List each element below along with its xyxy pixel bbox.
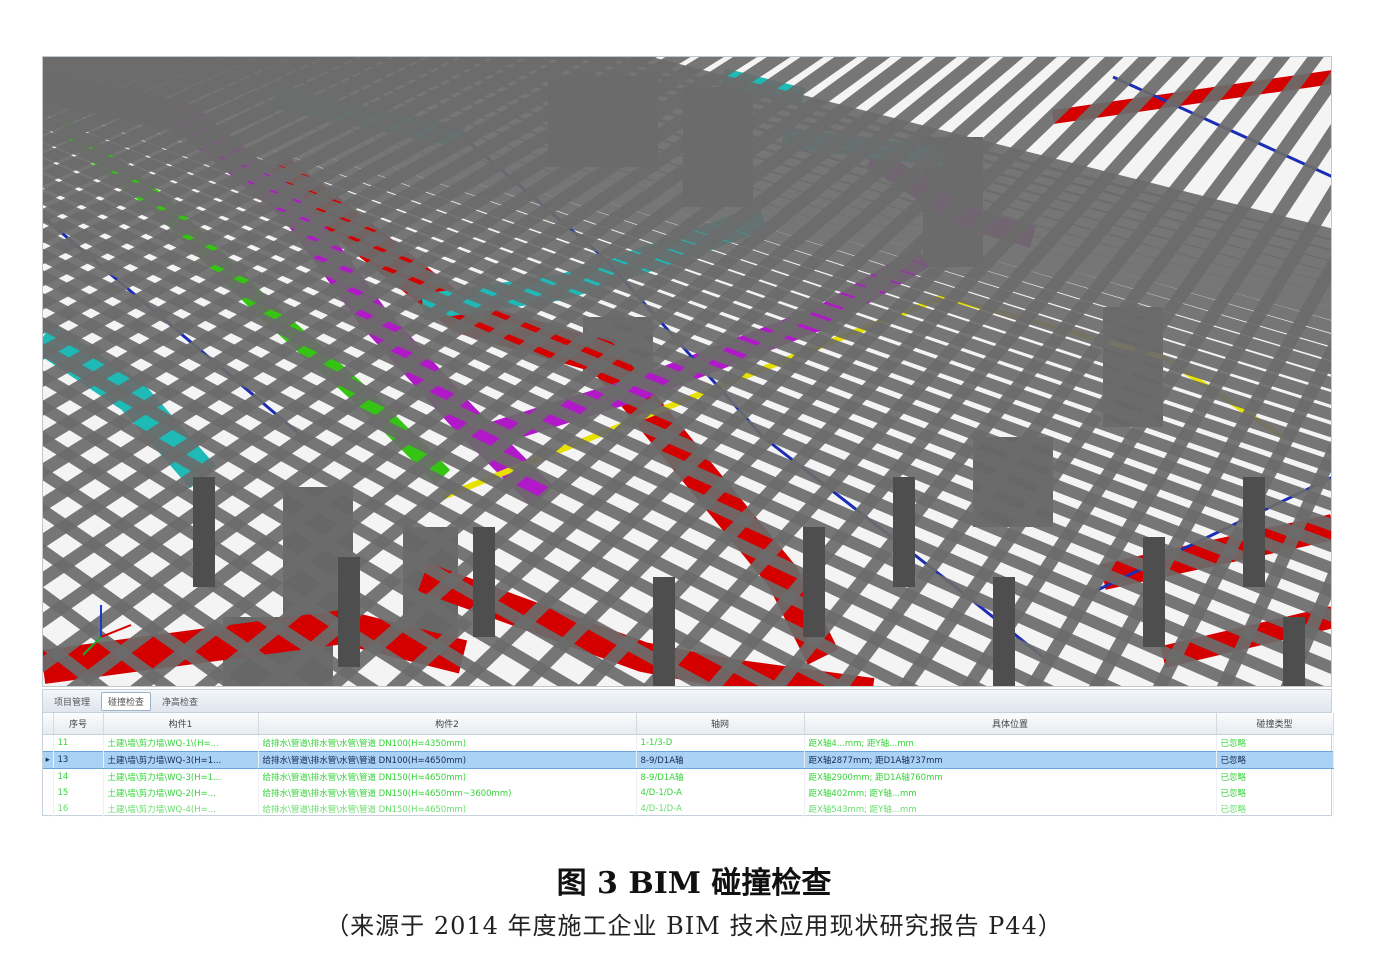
header-clash-type[interactable]: 碰撞类型 [1216, 713, 1334, 735]
cell-component1: 土建\墙\剪力墙\WQ-4(H=... [103, 801, 259, 817]
table-row[interactable]: 16 土建\墙\剪力墙\WQ-4(H=... 给排水\管道\排水管\水管\管道 DN… [43, 801, 1334, 817]
cell-axis: 8-9/D1A轴 [636, 768, 805, 785]
cell-component2: 给排水\管道\排水管\水管\管道 DN150(H=4650mm) [258, 801, 637, 817]
cell-axis: 4/D-1/D-A [636, 801, 805, 817]
row-indicator: ▸ [43, 751, 54, 769]
cell-location: 距X轴4...mm; 距Y轴...mm [804, 734, 1217, 752]
row-indicator [43, 768, 54, 785]
cell-location: 距X轴2877mm; 距D1A轴737mm [804, 751, 1217, 769]
concrete-column [653, 577, 675, 686]
cell-no: 16 [53, 801, 104, 817]
cell-component2: 给排水\管道\排水管\水管\管道 DN150(H=4650mm) [258, 768, 637, 785]
cell-component2: 给排水\管道\排水管\水管\管道 DN150(H=4650mm~3600mm) [258, 785, 637, 801]
cell-axis: 1-1/3-D [636, 734, 805, 752]
cell-axis: 8-9/D1A轴 [636, 751, 805, 769]
concrete-column [473, 527, 495, 637]
cell-component2: 给排水\管道\排水管\水管\管道 DN100(H=4650mm) [258, 751, 637, 769]
tab-clash-check[interactable]: 碰撞检查 [101, 691, 152, 711]
cell-no: 11 [53, 734, 104, 752]
cell-clash-type: 已忽略 [1216, 801, 1334, 817]
clash-table: 序号 构件1 构件2 轴网 具体位置 碰撞类型 11 土建\墙\剪力墙\WQ-1\… [43, 713, 1334, 817]
tab-clearance-check[interactable]: 净高检查 [155, 692, 205, 711]
concrete-column [803, 527, 825, 637]
table-row[interactable]: 15 土建\墙\剪力墙\WQ-2(H=... 给排水\管道\排水管\水管\管道 DN… [43, 785, 1334, 801]
table-header-row: 序号 构件1 构件2 轴网 具体位置 碰撞类型 [43, 713, 1334, 735]
figure-caption: 图 3 BIM 碰撞检查 [556, 866, 832, 901]
header-location[interactable]: 具体位置 [804, 713, 1217, 735]
table-row[interactable]: 14 土建\墙\剪力墙\WQ-3(H=1... 给排水\管道\排水管\水管\管道 D… [43, 768, 1334, 785]
bim-model-render [43, 57, 1331, 686]
panel-tab-bar: 项目管理 碰撞检查 净高检查 [43, 690, 1331, 713]
cell-component1: 土建\墙\剪力墙\WQ-1\(H=... [103, 734, 259, 752]
tab-project-management[interactable]: 项目管理 [47, 692, 97, 711]
cell-clash-type: 已忽略 [1216, 751, 1334, 769]
header-axis[interactable]: 轴网 [636, 713, 805, 735]
cell-axis: 4/D-1/D-A [636, 785, 805, 801]
cell-clash-type: 已忽略 [1216, 785, 1334, 801]
cell-location: 距X轴2900mm; 距D1A轴760mm [804, 768, 1217, 785]
row-indicator [43, 801, 54, 817]
table-row[interactable]: ▸ 13 土建\墙\剪力墙\WQ-3(H=1... 给排水\管道\排水管\水管\管道 … [43, 751, 1334, 769]
cell-no: 13 [53, 751, 104, 769]
concrete-column [993, 577, 1015, 686]
concrete-column [1283, 617, 1305, 686]
cell-clash-type: 已忽略 [1216, 768, 1334, 785]
bim-3d-viewport[interactable] [42, 56, 1332, 687]
concrete-column [893, 477, 915, 587]
clash-check-panel: 项目管理 碰撞检查 净高检查 序号 构件1 构件2 轴网 具体位置 碰撞类型 1… [42, 689, 1334, 817]
cell-no: 14 [53, 768, 104, 785]
header-component1[interactable]: 构件1 [103, 713, 259, 735]
row-indicator [43, 734, 54, 752]
cell-component1: 土建\墙\剪力墙\WQ-2(H=... [103, 785, 259, 801]
cell-component2: 给排水\管道\排水管\水管\管道 DN100(H=4350mm) [258, 734, 637, 752]
cell-location: 距X轴543mm; 距Y轴...mm [804, 801, 1217, 817]
table-row[interactable]: 11 土建\墙\剪力墙\WQ-1\(H=... 给排水\管道\排水管\水管\管道 D… [43, 734, 1334, 752]
header-spacer [43, 713, 54, 735]
header-no[interactable]: 序号 [53, 713, 104, 735]
figure-source: （来源于 2014 年度施工企业 BIM 技术应用现状研究报告 P44） [325, 912, 1063, 940]
cell-location: 距X轴402mm; 距Y轴...mm [804, 785, 1217, 801]
cell-clash-type: 已忽略 [1216, 734, 1334, 752]
concrete-column [1143, 537, 1165, 647]
cell-no: 15 [53, 785, 104, 801]
header-component2[interactable]: 构件2 [258, 713, 637, 735]
cell-component1: 土建\墙\剪力墙\WQ-3(H=1... [103, 768, 259, 785]
row-indicator [43, 785, 54, 801]
concrete-column [338, 557, 360, 667]
concrete-column [1243, 477, 1265, 587]
cell-component1: 土建\墙\剪力墙\WQ-3(H=1... [103, 751, 259, 769]
concrete-column [193, 477, 215, 587]
